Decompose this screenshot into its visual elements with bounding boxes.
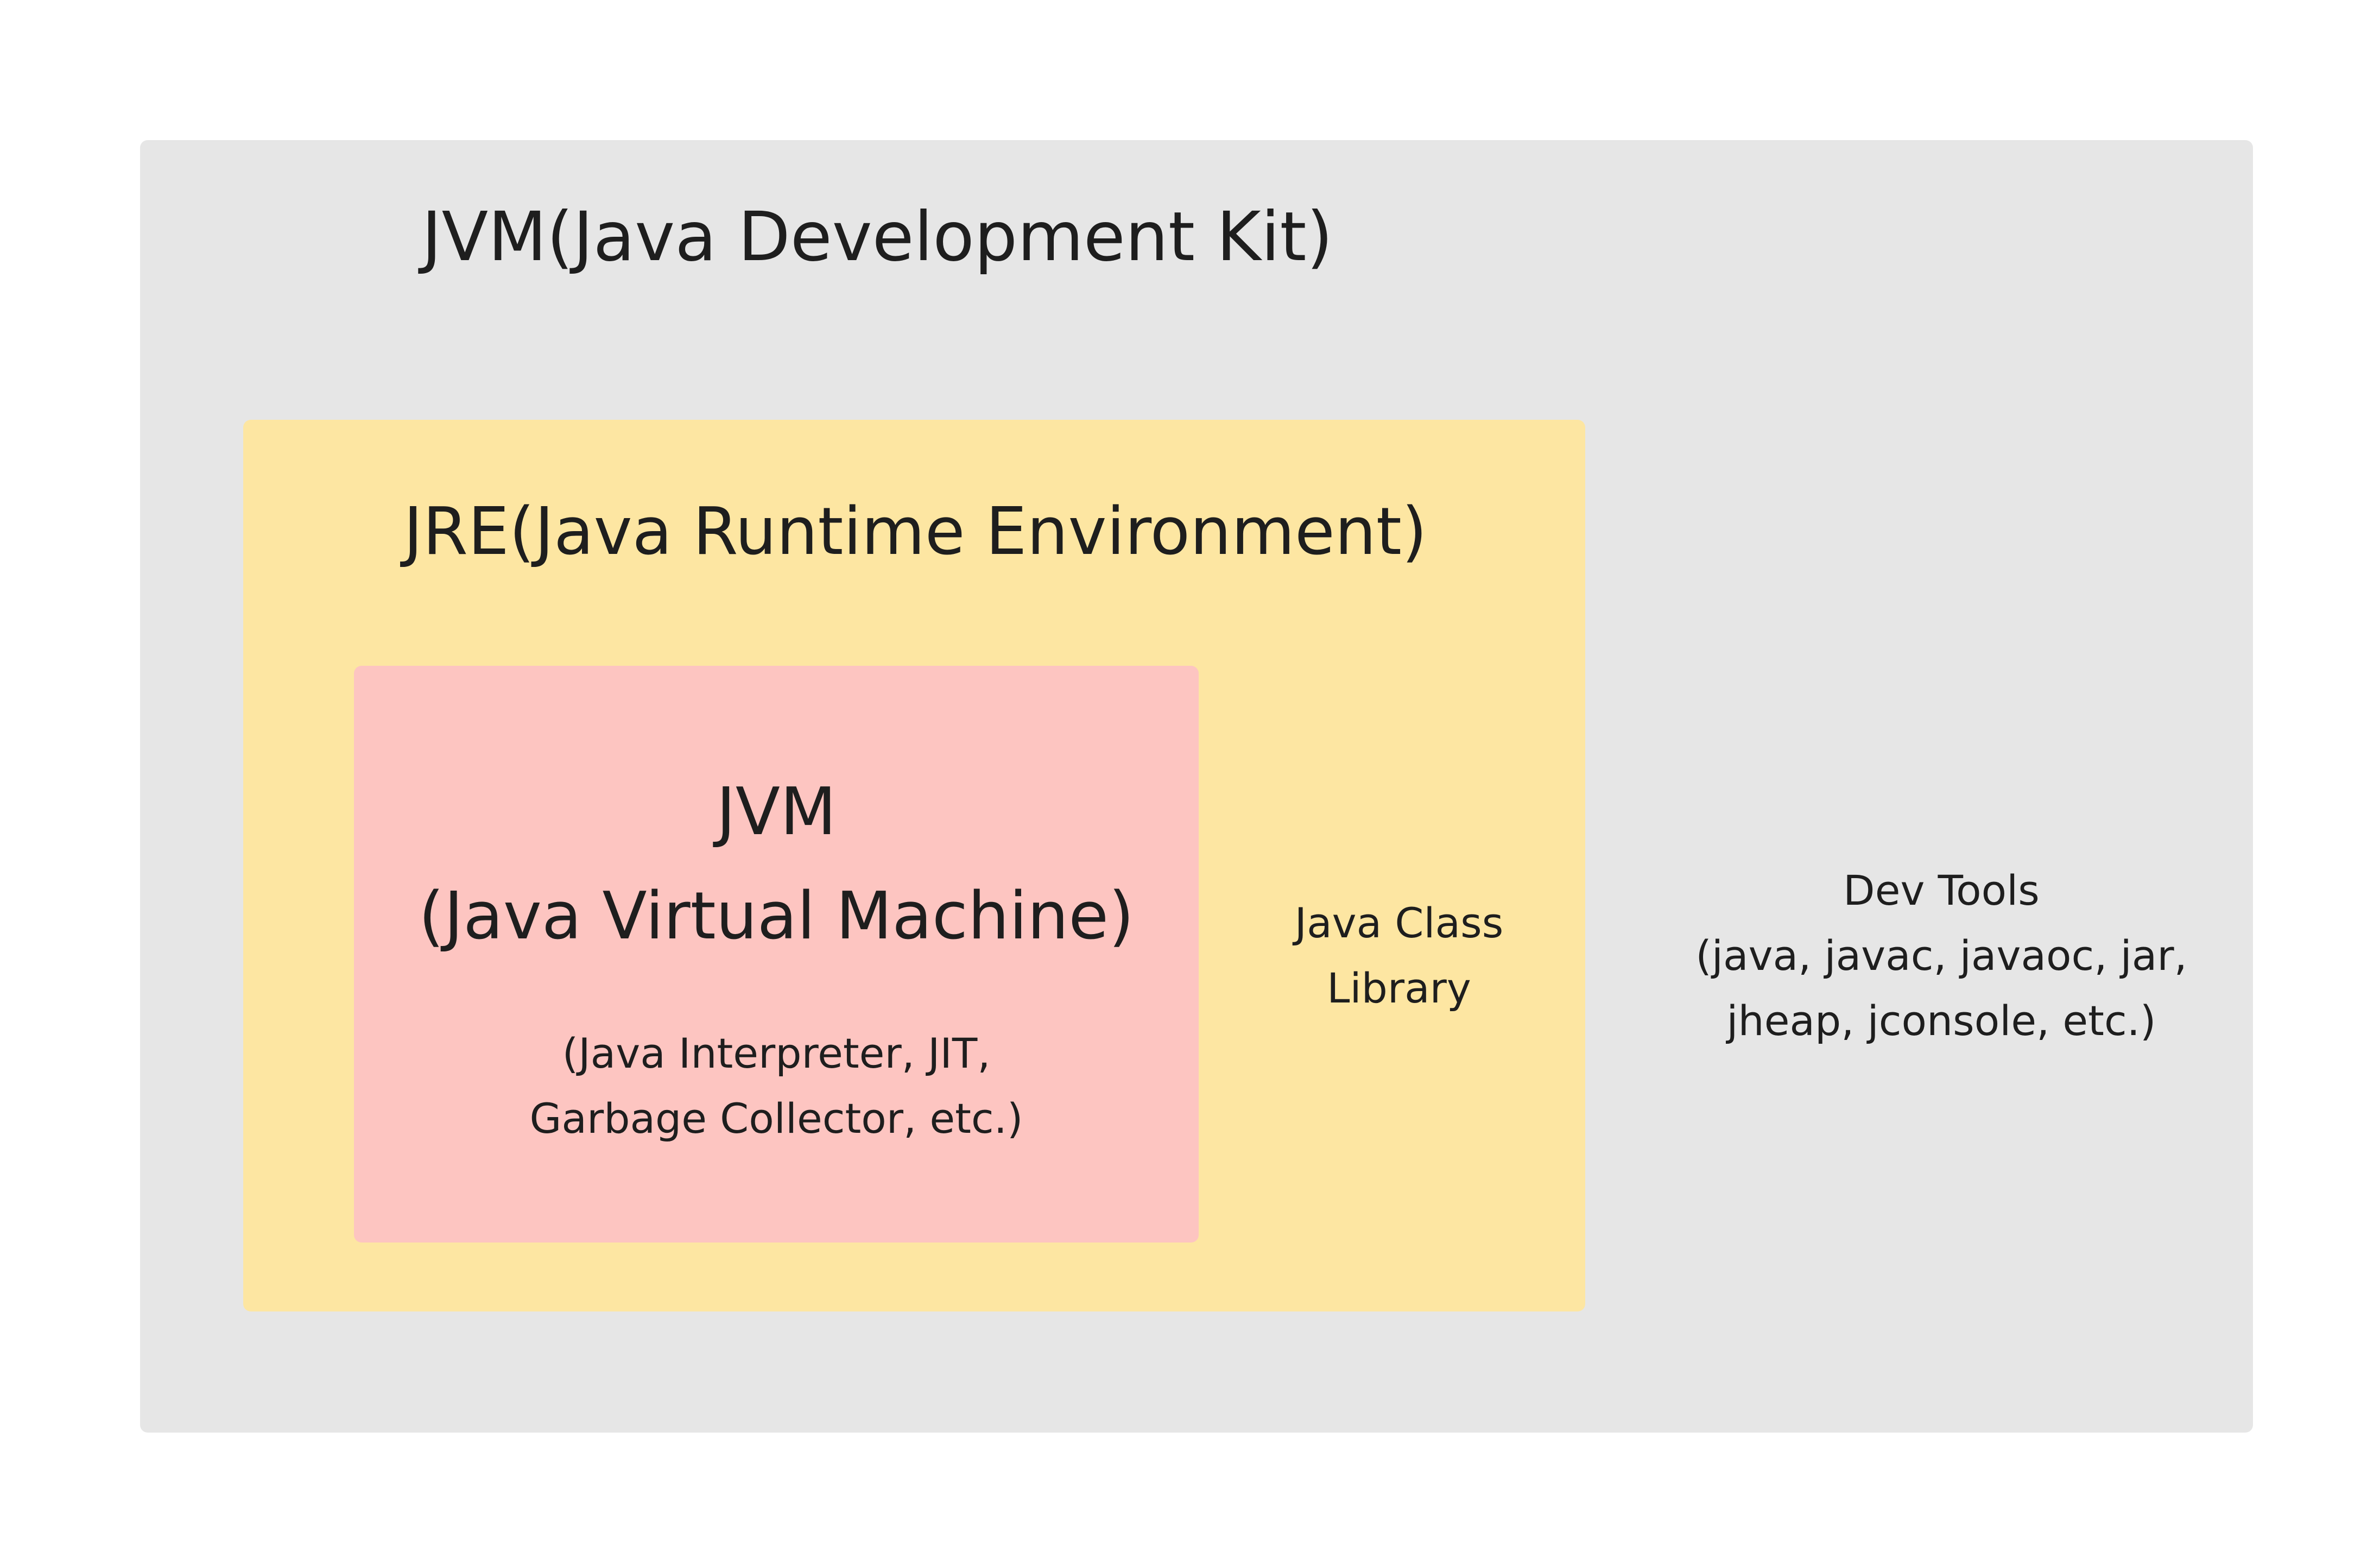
jre-title: JRE(Java Runtime Environment)	[403, 494, 1427, 570]
jvm-components-label: (Java Interpreter, JIT, Garbage Collecto…	[529, 1029, 1023, 1143]
dev-tools-label: Dev Tools (java, javac, javaoc, jar, jhe…	[1695, 866, 2187, 1045]
java-class-library-label: Java Class Library	[1294, 899, 1504, 1012]
jdk-title: JVM(Java Development Kit)	[421, 198, 1333, 276]
jvm-title: JVM (Java Virtual Machine)	[419, 774, 1134, 954]
